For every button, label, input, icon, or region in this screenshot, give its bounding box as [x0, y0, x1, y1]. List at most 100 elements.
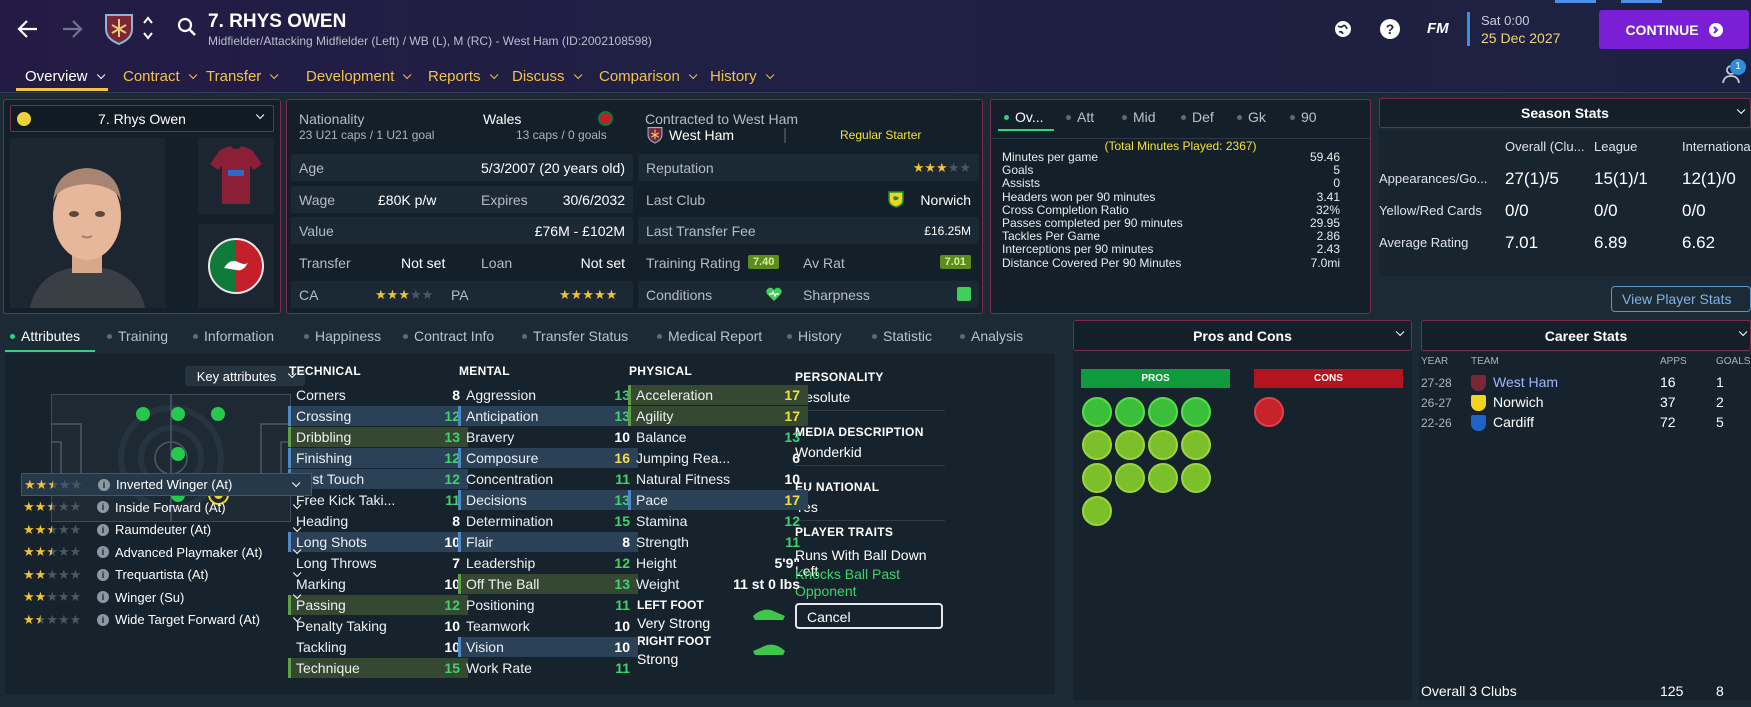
- attribute-row[interactable]: Pace 17: [628, 490, 808, 510]
- pro-bottle-icon[interactable]: [1181, 463, 1211, 493]
- subtab-history[interactable]: History: [787, 328, 842, 344]
- attribute-row[interactable]: Natural Fitness 10: [628, 469, 808, 489]
- career-team[interactable]: Norwich: [1493, 394, 1544, 410]
- career-team[interactable]: West Ham: [1493, 374, 1558, 390]
- stats-tab-att[interactable]: Att: [1066, 109, 1094, 125]
- globe-icon[interactable]: [1333, 19, 1353, 39]
- career-stats-header[interactable]: Career Stats: [1421, 320, 1751, 351]
- attribute-row[interactable]: Vision 10: [458, 637, 638, 657]
- pro-bandage-icon[interactable]: [1148, 397, 1178, 427]
- stats-tab-overview[interactable]: Ov...: [1004, 109, 1044, 125]
- pro-boot-icon[interactable]: [1181, 397, 1211, 427]
- pros-cons-header[interactable]: Pros and Cons: [1073, 320, 1412, 351]
- help-icon[interactable]: ?: [1380, 19, 1400, 39]
- nav-history[interactable]: History: [710, 68, 775, 85]
- info-icon[interactable]: i: [97, 591, 109, 603]
- wage-value[interactable]: £80K p/w: [378, 192, 436, 208]
- trait-item-highlighted[interactable]: Knocks Ball Past Opponent: [795, 566, 935, 600]
- search-icon[interactable]: [177, 17, 197, 37]
- nationality-value[interactable]: Wales: [483, 111, 521, 127]
- key-attributes-dropdown[interactable]: Key attributes: [185, 366, 305, 386]
- last-club-value[interactable]: Norwich: [920, 192, 971, 208]
- role-row[interactable]: ★★★★★ i Inverted Winger (At): [21, 473, 312, 496]
- season-stats-header[interactable]: Season Stats: [1379, 98, 1751, 128]
- attribute-row[interactable]: Off The Ball 13: [458, 574, 638, 594]
- role-row[interactable]: ★★★★★ i Raumdeuter (At): [21, 518, 312, 541]
- cancel-button[interactable]: Cancel: [795, 603, 943, 629]
- info-icon[interactable]: i: [98, 478, 110, 491]
- player-select-dropdown[interactable]: 7. Rhys Owen: [10, 105, 274, 132]
- con-spring-icon[interactable]: [1254, 397, 1284, 427]
- attribute-row[interactable]: Passing 12: [288, 595, 468, 615]
- chevron-down-icon[interactable]: [292, 590, 302, 600]
- attribute-row[interactable]: Positioning 11: [458, 595, 638, 615]
- attribute-row[interactable]: First Touch 12: [288, 469, 468, 489]
- nav-reports[interactable]: Reports: [428, 68, 498, 85]
- attribute-row[interactable]: Concentration 11: [458, 469, 638, 489]
- club-crest-icon[interactable]: [104, 13, 134, 45]
- transfer-status[interactable]: Not set: [401, 255, 445, 271]
- fm-logo[interactable]: FM: [1427, 20, 1449, 37]
- pro-flask-icon[interactable]: [1082, 496, 1112, 526]
- chevron-down-icon[interactable]: [292, 500, 302, 510]
- attribute-row[interactable]: Dribbling 13: [288, 427, 468, 447]
- back-arrow-icon[interactable]: [17, 18, 39, 40]
- continue-button[interactable]: CONTINUE: [1599, 10, 1749, 49]
- attribute-row[interactable]: Long Throws 7: [288, 553, 468, 573]
- pro-decisions-icon[interactable]: [1115, 397, 1145, 427]
- subtab-medical-report[interactable]: Medical Report: [657, 328, 762, 344]
- pro-feet-icon[interactable]: [1082, 463, 1112, 493]
- attribute-row[interactable]: Acceleration 17: [628, 385, 808, 405]
- view-player-stats-button[interactable]: View Player Stats: [1611, 286, 1751, 312]
- subtab-information[interactable]: Information: [193, 328, 274, 344]
- subtab-statistic[interactable]: Statistic: [872, 328, 932, 344]
- stats-tab-90[interactable]: 90: [1290, 109, 1317, 125]
- role-row[interactable]: ★★★★★ i Winger (Su): [21, 586, 312, 609]
- attribute-row[interactable]: Aggression 13: [458, 385, 638, 405]
- pro-handshake-icon[interactable]: [1082, 430, 1112, 460]
- attribute-row[interactable]: Flair 8: [458, 532, 638, 552]
- attribute-row[interactable]: Long Shots 10: [288, 532, 468, 552]
- info-icon[interactable]: i: [97, 546, 109, 558]
- attribute-row[interactable]: Height 5'9": [628, 553, 808, 573]
- attribute-row[interactable]: Stamina 12: [628, 511, 808, 531]
- role-row[interactable]: ★★★★★ i Inside Forward (At): [21, 496, 312, 519]
- attribute-row[interactable]: Composure 16: [458, 448, 638, 468]
- info-icon[interactable]: i: [97, 613, 109, 626]
- subtab-training[interactable]: Training: [107, 328, 168, 344]
- nav-discuss[interactable]: Discuss: [512, 68, 582, 85]
- pro-star-icon[interactable]: [1148, 430, 1178, 460]
- attribute-row[interactable]: Tackling 10: [288, 637, 468, 657]
- role-row[interactable]: ★★★★★ i Wide Target Forward (At): [21, 608, 312, 631]
- attribute-row[interactable]: Heading 8: [288, 511, 468, 531]
- chevron-down-icon[interactable]: [291, 478, 301, 487]
- attribute-row[interactable]: Anticipation 13: [458, 406, 638, 426]
- chevron-down-icon[interactable]: [292, 568, 302, 577]
- attribute-row[interactable]: Weight 11 st 0 lbs: [628, 574, 808, 594]
- nav-comparison[interactable]: Comparison: [599, 68, 698, 85]
- subtab-happiness[interactable]: Happiness: [304, 328, 381, 344]
- subtab-transfer-status[interactable]: Transfer Status: [522, 328, 628, 344]
- pro-trend-icon[interactable]: [1181, 430, 1211, 460]
- attribute-row[interactable]: Bravery 10: [458, 427, 638, 447]
- nav-transfer[interactable]: Transfer: [206, 68, 279, 85]
- attribute-row[interactable]: Agility 17: [628, 406, 808, 426]
- stats-tab-mid[interactable]: Mid: [1122, 109, 1156, 125]
- subtab-contract-info[interactable]: Contract Info: [403, 328, 494, 344]
- subtab-analysis[interactable]: Analysis: [960, 328, 1023, 344]
- attribute-row[interactable]: Leadership 12: [458, 553, 638, 573]
- attribute-row[interactable]: Strength 11: [628, 532, 808, 552]
- club-name[interactable]: West Ham: [669, 127, 734, 143]
- chevron-down-icon[interactable]: [292, 613, 302, 622]
- info-icon[interactable]: i: [97, 523, 109, 536]
- stats-tab-gk[interactable]: Gk: [1237, 109, 1266, 125]
- pro-report-icon[interactable]: [1148, 463, 1178, 493]
- attribute-row[interactable]: Marking 10: [288, 574, 468, 594]
- stats-tab-def[interactable]: Def: [1181, 109, 1214, 125]
- forward-arrow-icon[interactable]: [61, 18, 83, 40]
- career-team[interactable]: Cardiff: [1493, 414, 1534, 430]
- pro-mentality-icon[interactable]: [1115, 430, 1145, 460]
- nav-overview[interactable]: Overview: [25, 68, 105, 85]
- nav-development[interactable]: Development: [306, 68, 412, 85]
- attribute-row[interactable]: Corners 8: [288, 385, 468, 405]
